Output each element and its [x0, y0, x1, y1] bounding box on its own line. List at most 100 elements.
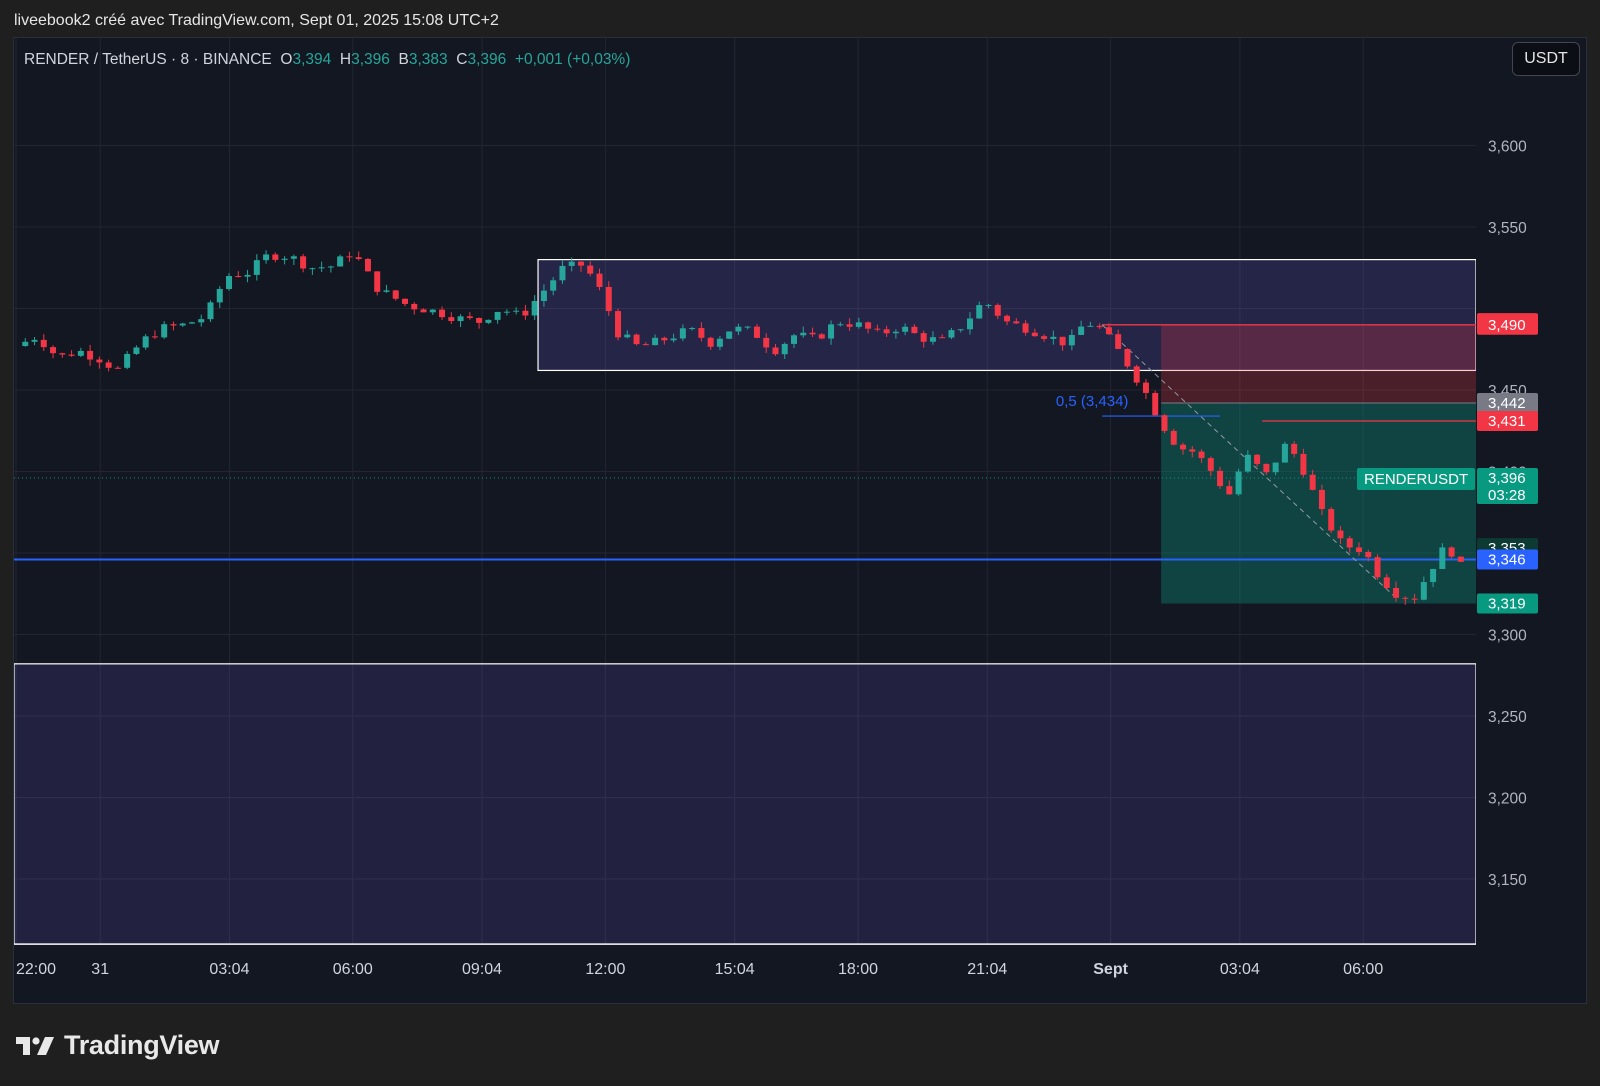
candle-body [476, 317, 483, 323]
candle-body [744, 326, 751, 328]
candle-body [1059, 336, 1066, 346]
candlestick-chart[interactable]: 0,5 (3,434)3,6003,5503,4503,4003,3003,25… [14, 38, 1587, 1004]
price-tick-label: 3,200 [1488, 791, 1527, 808]
price-tick-label: 3,300 [1488, 628, 1527, 645]
close-value: 3,396 [467, 51, 507, 68]
candle-body [494, 311, 501, 320]
candle-body [865, 322, 872, 329]
candle-body [624, 334, 631, 338]
time-tick-label: Sept [1093, 961, 1128, 978]
price-label: 3,346 [1488, 552, 1526, 569]
close-label: C [456, 51, 468, 68]
price-label: 3,431 [1488, 413, 1526, 430]
symbol-name[interactable]: RENDER / TetherUS · 8 · BINANCE [24, 51, 272, 68]
candle-body [735, 326, 742, 332]
high-value: 3,396 [351, 51, 390, 68]
price-label: 3,442 [1488, 395, 1526, 412]
candle-body [837, 324, 844, 326]
candle-body [957, 329, 964, 331]
candle-body [170, 324, 177, 326]
candle-body [290, 256, 297, 259]
candle-body [679, 328, 686, 339]
candle-body [318, 267, 325, 269]
candle-body [383, 290, 390, 292]
range-box-lower [14, 663, 1477, 945]
chart-area[interactable]: 0,5 (3,434)3,6003,5503,4503,4003,3003,25… [13, 37, 1587, 1004]
candle-body [522, 310, 529, 316]
candle-body [707, 337, 714, 347]
candle-body [188, 322, 195, 324]
candle-body [411, 303, 418, 310]
candle-body [1096, 325, 1103, 328]
candle-body [1263, 463, 1270, 473]
candle-body [392, 290, 399, 299]
candle-body [716, 338, 723, 347]
tradingview-brand: TradingView [64, 1030, 220, 1060]
candle-body [1189, 449, 1196, 452]
change-value: +0,001 (+0,03%) [514, 51, 631, 68]
candle-body [309, 268, 316, 270]
candle-body [1309, 474, 1316, 490]
candle-body [698, 328, 705, 338]
candle-body [976, 305, 983, 319]
candle-body [337, 256, 344, 267]
candle-body [1050, 336, 1057, 339]
tradingview-logo-icon [16, 1036, 54, 1055]
candle-body [1291, 443, 1298, 454]
candle-body [1207, 458, 1214, 471]
candle-body [87, 350, 94, 360]
candle-body [31, 339, 38, 342]
candle-body [1031, 332, 1038, 337]
candle-body [1013, 321, 1020, 324]
candle-body [513, 310, 520, 312]
candle-body [420, 309, 427, 313]
candle-body [466, 316, 473, 318]
candle-body [114, 367, 121, 369]
time-tick-label: 31 [91, 961, 109, 978]
candle-body [1318, 489, 1325, 509]
watermark-header: liveebook2 créé avec TradingView.com, Se… [14, 12, 499, 29]
candle-body [1355, 547, 1362, 552]
candle-body [1411, 598, 1418, 600]
candle-body [1170, 430, 1177, 445]
candle-body [753, 326, 760, 338]
candle-body [1142, 382, 1149, 393]
candle-body [1115, 334, 1122, 349]
candle-body [550, 280, 557, 291]
candle-body [874, 328, 881, 330]
candle-body [1457, 556, 1464, 562]
candle-body [1281, 443, 1288, 463]
candle-body [855, 322, 862, 327]
candle-body [596, 273, 603, 287]
currency-button[interactable]: USDT [1512, 42, 1580, 76]
candle-body [327, 266, 334, 268]
candle-body [559, 265, 566, 281]
candle-body [1244, 454, 1251, 472]
candle-body [763, 337, 770, 348]
candle-body [503, 311, 510, 313]
tradingview-logo: TradingView [16, 1030, 220, 1061]
candle-body [902, 326, 909, 332]
symbol-tag-label: RENDERUSDT [1364, 471, 1468, 488]
time-tick-label: 12:00 [585, 961, 625, 978]
candle-body [1198, 451, 1205, 459]
candle-body [892, 331, 899, 334]
price-tick-label: 3,600 [1488, 139, 1527, 156]
candle-body [439, 309, 446, 318]
candle-body [179, 323, 186, 326]
candle-body [429, 309, 436, 313]
candle-body [966, 318, 973, 330]
time-tick-label: 03:04 [1220, 961, 1260, 978]
candle-body [96, 359, 103, 363]
candle-body [929, 337, 936, 342]
low-value: 3,383 [408, 51, 448, 68]
candle-body [994, 304, 1001, 316]
candle-body [1439, 547, 1446, 569]
candle-body [1078, 326, 1085, 335]
high-label: H [339, 51, 352, 68]
price-tick-label: 3,550 [1488, 220, 1527, 237]
candle-body [652, 337, 659, 346]
candle-body [1393, 587, 1400, 598]
candle-body [1041, 336, 1048, 339]
candle-body [402, 298, 409, 304]
